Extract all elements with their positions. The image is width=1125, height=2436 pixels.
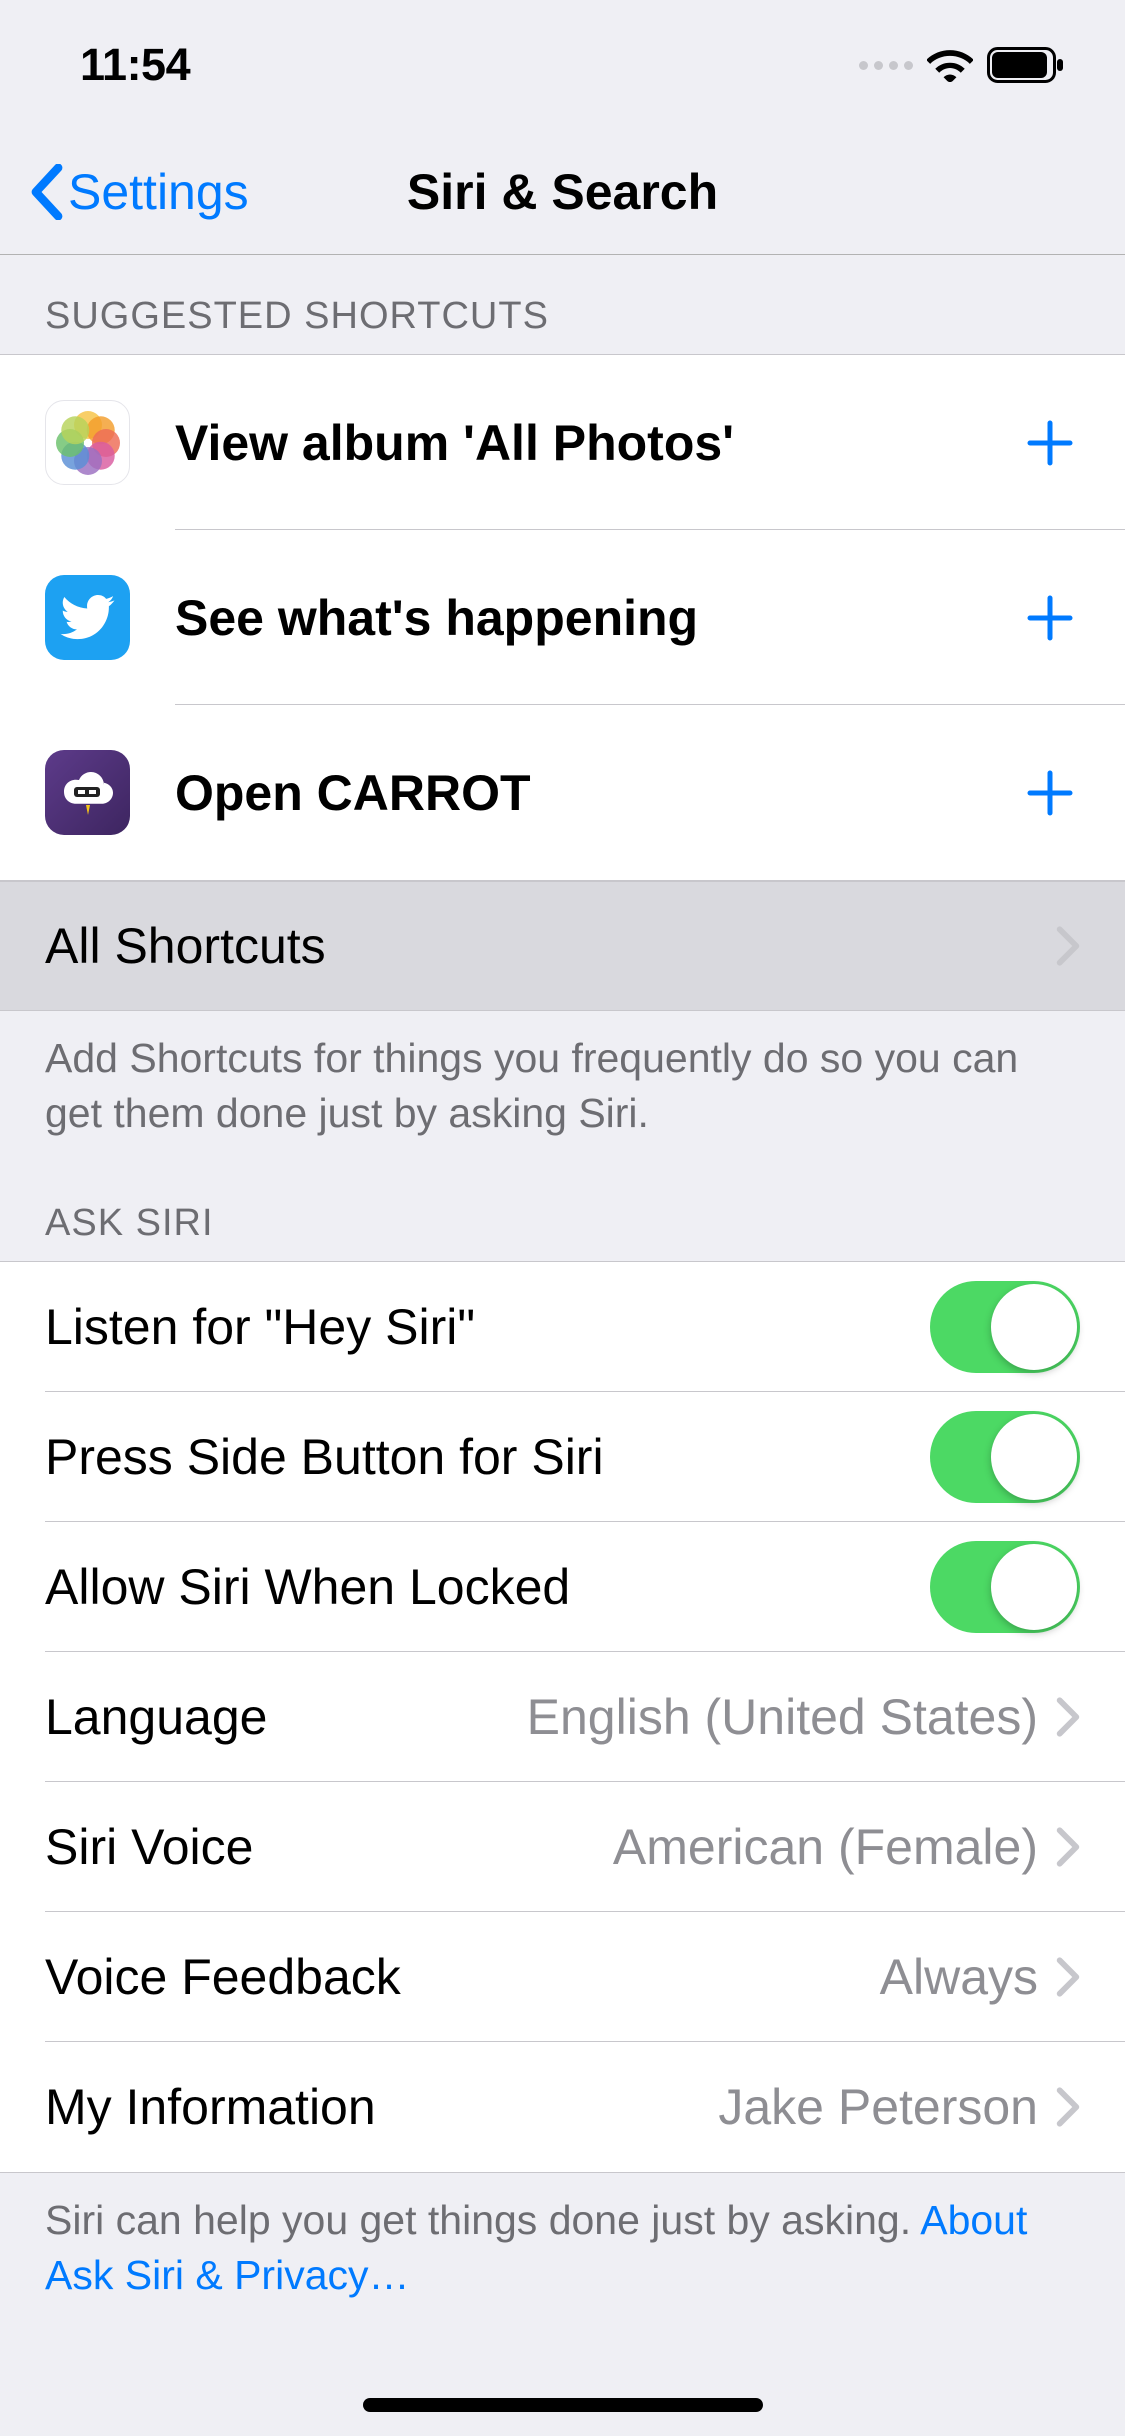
all-shortcuts-row[interactable]: All Shortcuts [0, 881, 1125, 1011]
back-label: Settings [68, 163, 249, 221]
twitter-app-icon [45, 575, 130, 660]
language-label: Language [45, 1688, 527, 1746]
my-information-label: My Information [45, 2078, 718, 2136]
shortcut-row-photos[interactable]: View album 'All Photos' [0, 355, 1125, 530]
voice-feedback-value: Always [880, 1948, 1038, 2006]
add-shortcut-button[interactable] [1020, 413, 1080, 473]
chevron-right-icon [1056, 1827, 1080, 1867]
shortcuts-footer: Add Shortcuts for things you frequently … [0, 1011, 1125, 1142]
shortcut-label: Open CARROT [175, 764, 1020, 822]
shortcut-row-carrot[interactable]: Open CARROT [0, 705, 1125, 880]
voice-feedback-row[interactable]: Voice Feedback Always [0, 1912, 1125, 2042]
section-header-ask-siri: ASK SIRI [0, 1142, 1125, 1261]
voice-feedback-label: Voice Feedback [45, 1948, 880, 2006]
navigation-bar: Settings Siri & Search [0, 130, 1125, 255]
my-information-value: Jake Peterson [718, 2078, 1038, 2136]
my-information-row[interactable]: My Information Jake Peterson [0, 2042, 1125, 2172]
back-button[interactable]: Settings [30, 163, 249, 221]
ask-siri-group: Listen for "Hey Siri" Press Side Button … [0, 1261, 1125, 2173]
ask-siri-footer-text: Siri can help you get things done just b… [45, 2197, 920, 2243]
allow-locked-row[interactable]: Allow Siri When Locked [0, 1522, 1125, 1652]
siri-voice-label: Siri Voice [45, 1818, 613, 1876]
cellular-signal-icon [859, 61, 913, 70]
section-header-shortcuts: SUGGESTED SHORTCUTS [0, 255, 1125, 354]
allow-locked-label: Allow Siri When Locked [45, 1558, 930, 1616]
shortcuts-group: View album 'All Photos' See what's happe… [0, 354, 1125, 881]
home-indicator[interactable] [363, 2398, 763, 2412]
chevron-right-icon [1056, 926, 1080, 966]
side-button-row[interactable]: Press Side Button for Siri [0, 1392, 1125, 1522]
all-shortcuts-label: All Shortcuts [45, 917, 1056, 975]
status-bar: 11:54 [0, 0, 1125, 130]
wifi-icon [927, 48, 973, 82]
shortcut-row-twitter[interactable]: See what's happening [0, 530, 1125, 705]
side-button-toggle[interactable] [930, 1411, 1080, 1503]
chevron-right-icon [1056, 1697, 1080, 1737]
ask-siri-footer: Siri can help you get things done just b… [0, 2173, 1125, 2304]
add-shortcut-button[interactable] [1020, 588, 1080, 648]
shortcut-label: See what's happening [175, 589, 1020, 647]
language-row[interactable]: Language English (United States) [0, 1652, 1125, 1782]
status-time: 11:54 [80, 39, 190, 91]
hey-siri-row[interactable]: Listen for "Hey Siri" [0, 1262, 1125, 1392]
battery-icon [987, 47, 1065, 83]
shortcut-label: View album 'All Photos' [175, 414, 1020, 472]
allow-locked-toggle[interactable] [930, 1541, 1080, 1633]
chevron-right-icon [1056, 1957, 1080, 1997]
add-shortcut-button[interactable] [1020, 763, 1080, 823]
hey-siri-toggle[interactable] [930, 1281, 1080, 1373]
siri-voice-value: American (Female) [613, 1818, 1038, 1876]
hey-siri-label: Listen for "Hey Siri" [45, 1298, 930, 1356]
chevron-right-icon [1056, 2087, 1080, 2127]
side-button-label: Press Side Button for Siri [45, 1428, 930, 1486]
photos-app-icon [45, 400, 130, 485]
page-title: Siri & Search [407, 163, 718, 221]
siri-voice-row[interactable]: Siri Voice American (Female) [0, 1782, 1125, 1912]
status-indicators [859, 47, 1065, 83]
carrot-app-icon [45, 750, 130, 835]
chevron-left-icon [30, 164, 64, 220]
language-value: English (United States) [527, 1688, 1038, 1746]
